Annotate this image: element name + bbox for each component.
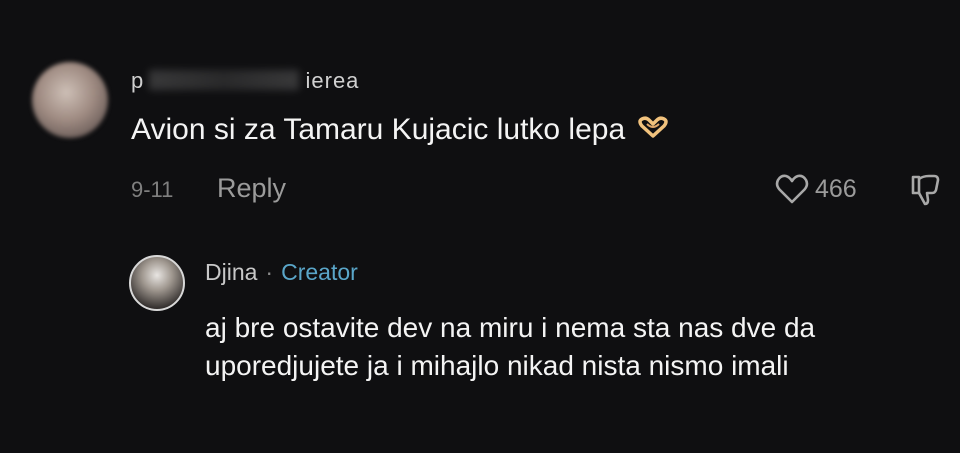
comment-text: Avion si za Tamaru Kujacic lutko lepa: [131, 113, 670, 147]
creator-badge: Creator: [281, 259, 358, 285]
comment-date: 9-11: [131, 177, 174, 202]
like-button[interactable]: 466: [775, 173, 857, 205]
creator-avatar[interactable]: [129, 255, 185, 311]
username-start: p: [131, 68, 144, 93]
username-redaction: [149, 70, 300, 90]
dislike-button[interactable]: [909, 173, 941, 212]
reply-text: aj bre ostavite dev na miru i nema sta n…: [205, 312, 816, 381]
commenter-username[interactable]: p ierea: [131, 68, 359, 94]
comment-text-content: Avion si za Tamaru Kujacic lutko lepa: [131, 113, 626, 146]
reply-button[interactable]: Reply: [217, 173, 286, 204]
heart-icon: [775, 174, 809, 204]
reply-header: Djina · Creator: [205, 259, 358, 286]
commenter-avatar[interactable]: [32, 62, 108, 138]
like-count: 466: [815, 174, 857, 203]
creator-username[interactable]: Djina: [205, 259, 257, 286]
heart-hands-icon: [637, 116, 668, 138]
separator-dot: ·: [265, 259, 274, 285]
username-end: ierea: [305, 68, 360, 93]
thumbs-down-icon: [911, 174, 940, 206]
